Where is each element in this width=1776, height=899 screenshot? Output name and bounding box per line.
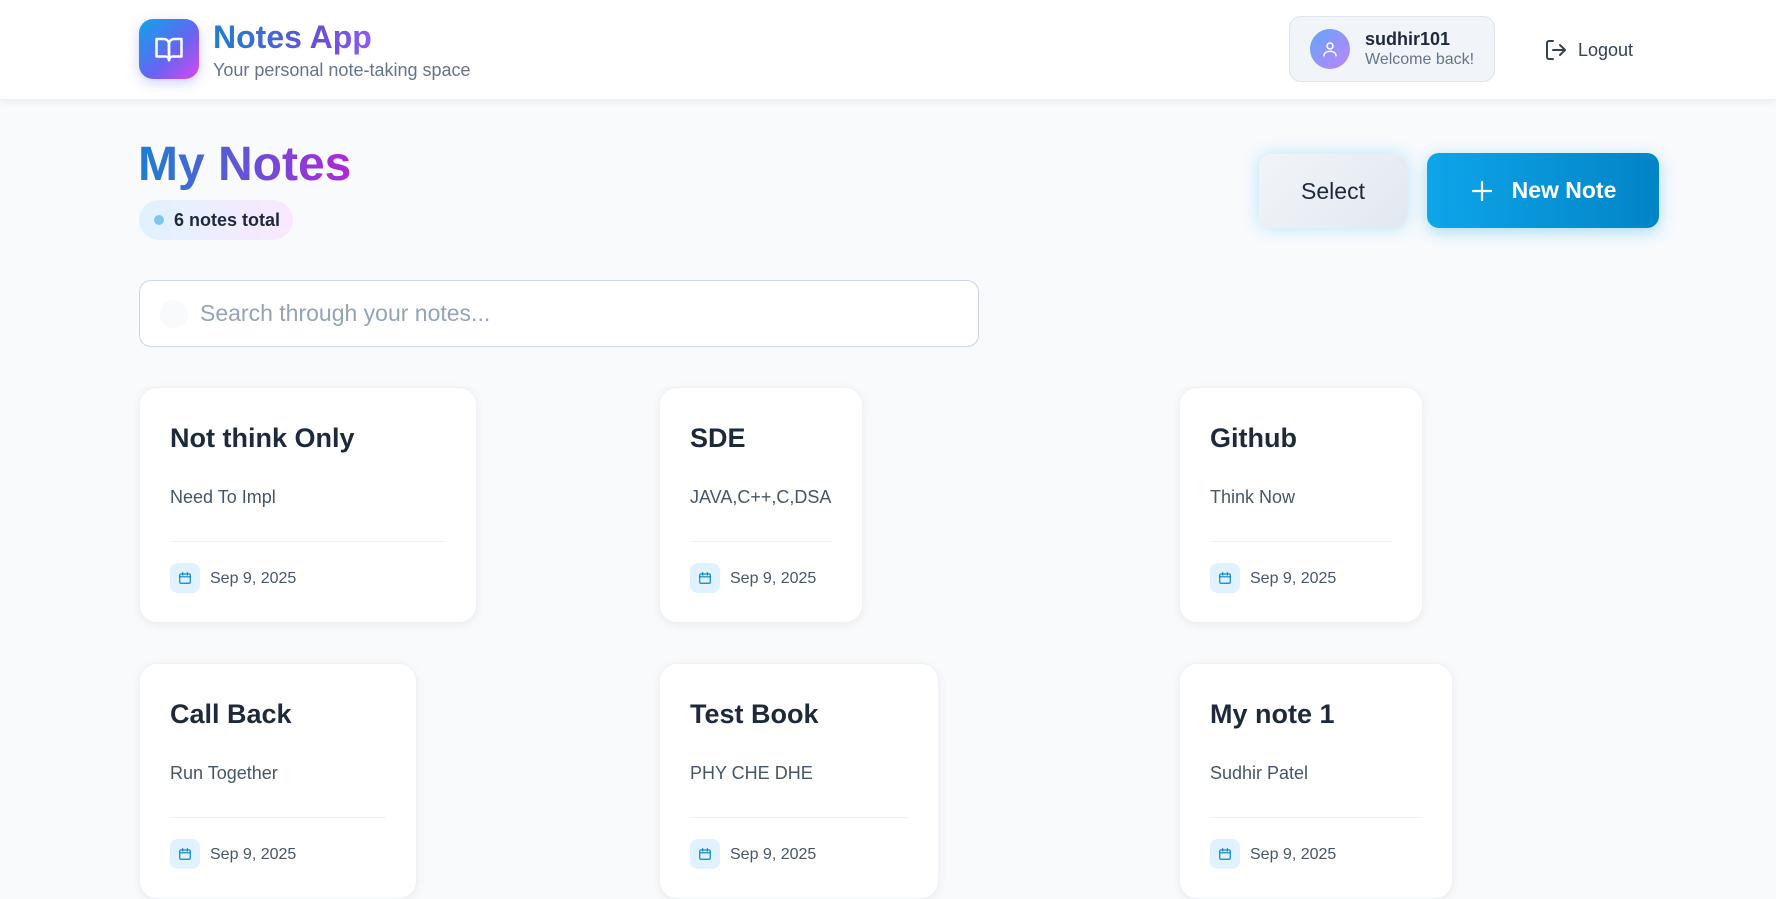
note-body: Sudhir Patel: [1210, 763, 1309, 783]
logout-button[interactable]: Logout: [1544, 35, 1633, 65]
divider: [170, 541, 446, 542]
divider: [1210, 541, 1392, 542]
calendar-icon: [170, 563, 200, 593]
note-body: Think Now: [1210, 487, 1296, 507]
note-title: My note 1: [1210, 699, 1335, 729]
divider: [1210, 817, 1422, 818]
search-input[interactable]: [200, 300, 960, 327]
new-note-label: New Note: [1511, 177, 1617, 203]
note-date: Sep 9, 2025: [730, 846, 817, 863]
logout-icon: [1546, 40, 1566, 60]
user-profile-card[interactable]: sudhir101 Welcome back!: [1289, 16, 1495, 82]
calendar-icon: [1210, 839, 1240, 869]
note-card[interactable]: My note 1 Sudhir Patel Sep 9, 2025: [1179, 663, 1453, 899]
note-title: Test Book: [690, 699, 819, 729]
note-body: PHY CHE DHE: [690, 763, 813, 783]
note-date: Sep 9, 2025: [730, 570, 817, 587]
avatar: [1310, 29, 1350, 69]
note-body: Need To Impl: [170, 487, 276, 507]
user-welcome: Welcome back!: [1365, 51, 1475, 68]
status-dot: [154, 215, 164, 225]
calendar-icon: [690, 839, 720, 869]
note-card[interactable]: Test Book PHY CHE DHE Sep 9, 2025: [659, 663, 939, 899]
note-title: SDE: [690, 423, 746, 453]
note-date: Sep 9, 2025: [1250, 846, 1337, 863]
notes-count-badge: 6 notes total: [139, 200, 293, 240]
note-body: JAVA,C++,C,DSA: [690, 487, 832, 507]
note-title: Not think Only: [170, 423, 355, 453]
top-header: Notes App Your personal note-taking spac…: [0, 0, 1776, 100]
app-title: Notes App: [213, 19, 372, 55]
logout-label: Logout: [1578, 39, 1634, 60]
note-date: Sep 9, 2025: [210, 570, 297, 587]
calendar-icon: [690, 563, 720, 593]
note-date: Sep 9, 2025: [210, 846, 297, 863]
user-name: sudhir101: [1365, 29, 1451, 49]
user-icon: [1323, 42, 1337, 57]
search-icon: [160, 299, 188, 328]
note-date: Sep 9, 2025: [1250, 570, 1337, 587]
select-button[interactable]: Select: [1259, 154, 1407, 228]
note-card[interactable]: Github Think Now Sep 9, 2025: [1179, 387, 1423, 623]
calendar-icon: [1210, 563, 1240, 593]
divider: [690, 541, 832, 542]
book-open-icon: [155, 37, 183, 62]
note-title: Call Back: [170, 699, 292, 729]
note-card[interactable]: Not think Only Need To Impl Sep 9, 2025: [139, 387, 477, 623]
calendar-icon: [170, 839, 200, 869]
note-card[interactable]: Call Back Run Together Sep 9, 2025: [139, 663, 417, 899]
note-title: Github: [1210, 423, 1297, 453]
divider: [170, 817, 386, 818]
new-note-button[interactable]: New Note: [1427, 153, 1659, 228]
plus-icon: [1470, 179, 1494, 203]
search-bar: [139, 280, 979, 347]
app-subtitle: Your personal note-taking space: [213, 60, 471, 80]
page-title: My Notes: [138, 136, 351, 194]
notes-count-label: 6 notes total: [174, 209, 281, 230]
note-card[interactable]: SDE JAVA,C++,C,DSA Sep 9, 2025: [659, 387, 863, 623]
app-logo: [139, 19, 199, 79]
note-body: Run Together: [170, 763, 278, 783]
divider: [690, 817, 908, 818]
